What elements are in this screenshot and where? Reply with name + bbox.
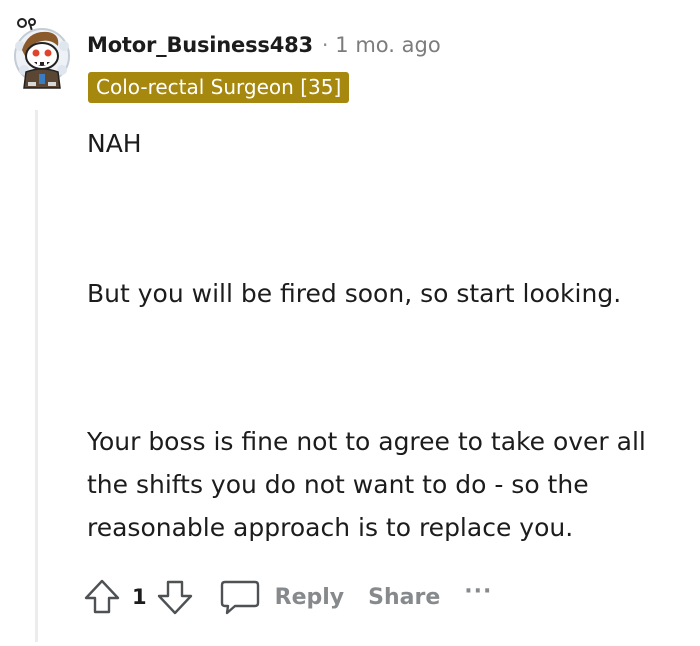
more-options-button[interactable]: ···: [464, 579, 492, 604]
meta-separator: ·: [321, 33, 329, 57]
snoo-avatar-icon: [14, 18, 70, 89]
user-flair: Colo-rectal Surgeon [35]: [88, 72, 350, 103]
share-button[interactable]: Share: [368, 585, 440, 610]
upvote-arrow-icon[interactable]: [82, 577, 122, 617]
thread-line[interactable]: [35, 110, 38, 642]
comment-paragraph: NAH: [87, 129, 142, 158]
comment-timestamp[interactable]: 1 mo. ago: [335, 33, 440, 57]
comment-actions: 1 Reply Share ···: [82, 574, 492, 620]
comment-header: Motor_Business483 · 1 mo. ago: [87, 30, 441, 60]
author-avatar[interactable]: [8, 16, 74, 90]
author-username[interactable]: Motor_Business483: [87, 33, 313, 57]
reply-button[interactable]: Reply: [275, 585, 345, 610]
downvote-arrow-icon[interactable]: [155, 577, 195, 617]
comment-paragraph: But you will be fired soon, so start loo…: [87, 279, 622, 308]
vote-score: 1: [132, 585, 147, 609]
comment-paragraph: Your boss is fine not to agree to take o…: [87, 427, 646, 542]
comment-bubble-icon[interactable]: [219, 577, 261, 617]
